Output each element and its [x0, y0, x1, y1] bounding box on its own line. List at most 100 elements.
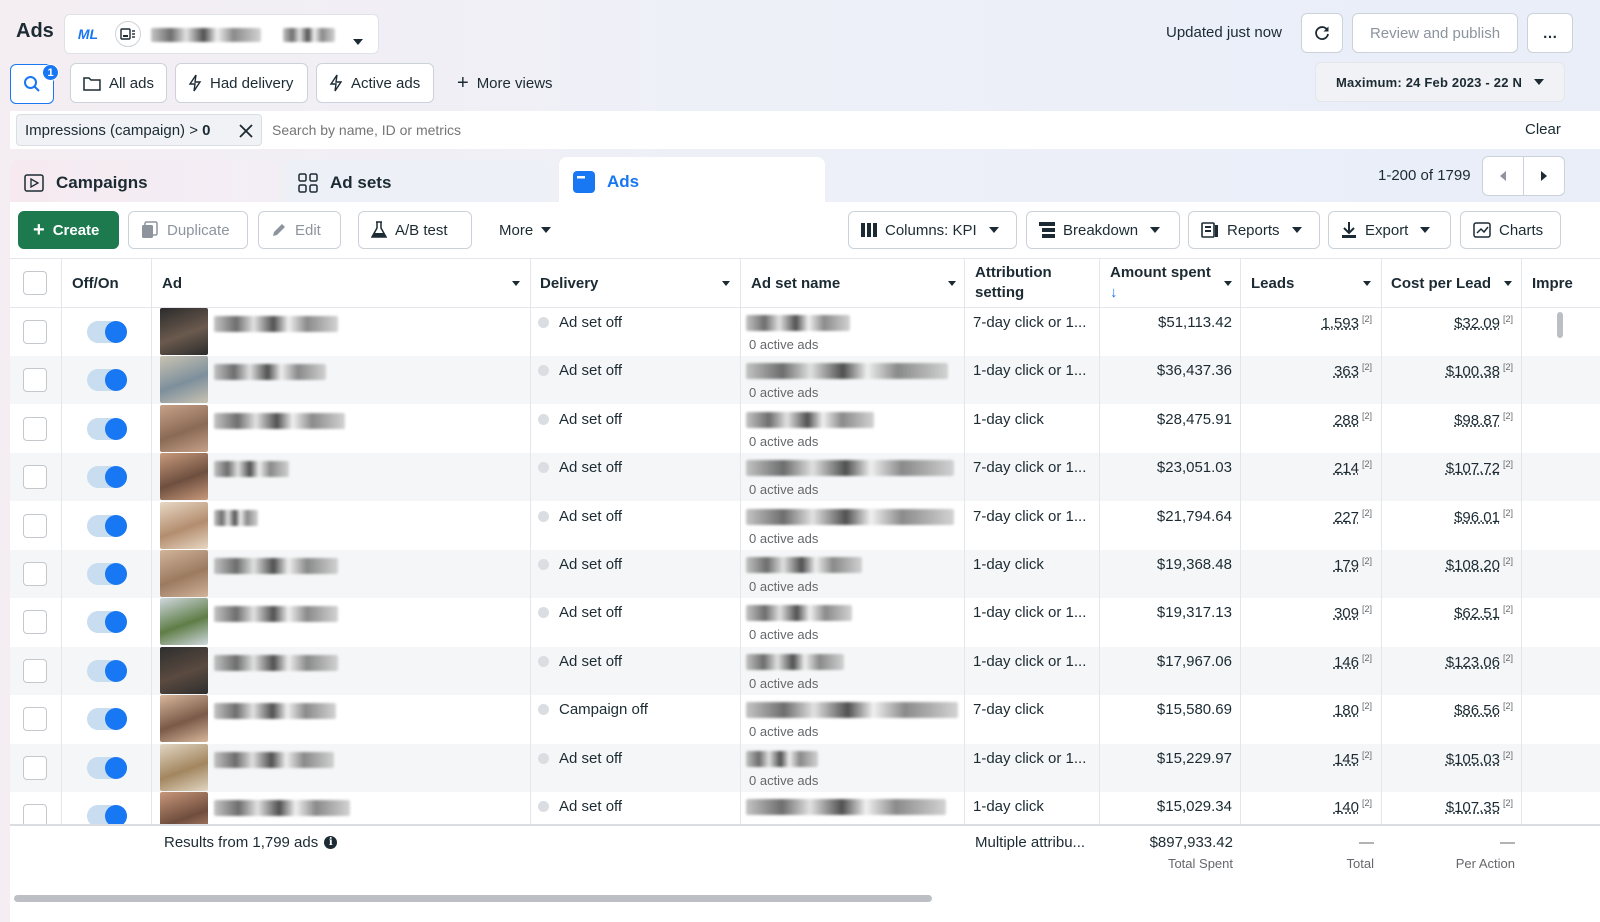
export-button[interactable]: Export — [1328, 211, 1451, 249]
ad-thumbnail[interactable] — [160, 695, 208, 742]
account-selector[interactable]: ML — [64, 14, 379, 54]
leads-value[interactable]: 214 [2] — [1241, 459, 1372, 477]
ad-thumbnail[interactable] — [160, 308, 208, 355]
col-ad[interactable]: Ad — [162, 258, 522, 308]
leads-value[interactable]: 140 [2] — [1241, 798, 1372, 816]
ad-name-redacted[interactable] — [214, 558, 338, 574]
cost-per-lead-value[interactable]: $100.38 [2] — [1382, 362, 1513, 380]
ad-set-name-redacted[interactable] — [746, 509, 954, 525]
cost-per-lead-value[interactable]: $32.09 [2] — [1382, 314, 1513, 332]
view-all-ads[interactable]: All ads — [70, 63, 167, 103]
filter-chip[interactable]: Impressions (campaign) > 0 — [16, 114, 262, 146]
table-row[interactable]: Campaign off 0 active ads 7-day click $15,5… — [10, 695, 1600, 743]
cost-per-lead-value[interactable]: $62.51 [2] — [1382, 604, 1513, 622]
ad-name-redacted[interactable] — [214, 800, 350, 816]
review-publish-button[interactable]: Review and publish — [1352, 13, 1518, 53]
row-toggle[interactable] — [87, 708, 127, 730]
table-row[interactable]: Ad set off 1-day click $15,029.34 140 [2] $10… — [10, 792, 1600, 824]
cost-per-lead-value[interactable]: $107.72 [2] — [1382, 459, 1513, 477]
ad-thumbnail[interactable] — [160, 356, 208, 403]
col-ad-set-name[interactable]: Ad set name — [751, 258, 956, 308]
row-toggle[interactable] — [87, 369, 127, 391]
ad-thumbnail[interactable] — [160, 792, 208, 824]
ad-thumbnail[interactable] — [160, 647, 208, 694]
ad-name-redacted[interactable] — [214, 752, 334, 768]
row-toggle[interactable] — [87, 515, 127, 537]
columns-button[interactable]: Columns: KPI — [848, 211, 1017, 249]
ad-thumbnail[interactable] — [160, 405, 208, 452]
leads-value[interactable]: 146 [2] — [1241, 653, 1372, 671]
row-toggle[interactable] — [87, 418, 127, 440]
ad-name-redacted[interactable] — [214, 461, 289, 477]
leads-value[interactable]: 227 [2] — [1241, 508, 1372, 526]
cost-per-lead-value[interactable]: $86.56 [2] — [1382, 701, 1513, 719]
close-icon[interactable] — [239, 124, 253, 138]
table-row[interactable]: Ad set off 0 active ads 1-day click $19,368… — [10, 550, 1600, 598]
row-toggle[interactable] — [87, 757, 127, 779]
ad-name-redacted[interactable] — [214, 316, 338, 332]
col-off-on[interactable]: Off/On — [72, 258, 119, 308]
vertical-scrollbar[interactable] — [1557, 312, 1563, 338]
col-attribution[interactable]: Attribution setting — [975, 258, 1052, 308]
charts-button[interactable]: Charts — [1460, 211, 1561, 249]
cost-per-lead-value[interactable]: $123.06 [2] — [1382, 653, 1513, 671]
ad-set-name-redacted[interactable] — [746, 702, 958, 718]
row-checkbox[interactable] — [23, 417, 47, 441]
select-all-checkbox[interactable] — [23, 271, 47, 295]
cost-per-lead-value[interactable]: $107.35 [2] — [1382, 798, 1513, 816]
ad-set-name-redacted[interactable] — [746, 605, 852, 621]
row-toggle[interactable] — [87, 805, 127, 824]
breakdown-button[interactable]: Breakdown — [1026, 211, 1180, 249]
ab-test-button[interactable]: A/B test — [358, 211, 472, 249]
create-button[interactable]: + Create — [18, 211, 119, 249]
table-row[interactable]: Ad set off 0 active ads 1-day click or 1..… — [10, 598, 1600, 646]
col-leads[interactable]: Leads — [1251, 258, 1371, 308]
date-range-picker[interactable]: Maximum: 24 Feb 2023 - 22 N — [1315, 62, 1565, 102]
row-checkbox[interactable] — [23, 320, 47, 344]
ad-name-redacted[interactable] — [214, 655, 338, 671]
ad-set-name-redacted[interactable] — [746, 799, 946, 815]
row-toggle[interactable] — [87, 563, 127, 585]
ad-set-name-redacted[interactable] — [746, 751, 818, 767]
row-toggle[interactable] — [87, 660, 127, 682]
table-row[interactable]: Ad set off 0 active ads 1-day click or 1..… — [10, 356, 1600, 404]
ad-name-redacted[interactable] — [214, 510, 258, 526]
ad-thumbnail[interactable] — [160, 598, 208, 645]
row-checkbox[interactable] — [23, 610, 47, 634]
row-checkbox[interactable] — [23, 659, 47, 683]
table-row[interactable]: Ad set off 0 active ads 7-day click or 1..… — [10, 502, 1600, 550]
ad-thumbnail[interactable] — [160, 744, 208, 791]
horizontal-scrollbar[interactable] — [14, 895, 932, 902]
cost-per-lead-value[interactable]: $105.03 [2] — [1382, 750, 1513, 768]
ad-set-name-redacted[interactable] — [746, 557, 862, 573]
next-page-button[interactable] — [1523, 156, 1565, 196]
view-had-delivery[interactable]: Had delivery — [175, 63, 308, 103]
row-checkbox[interactable] — [23, 804, 47, 824]
search-toggle-button[interactable]: 1 — [10, 64, 59, 104]
leads-value[interactable]: 180 [2] — [1241, 701, 1372, 719]
ad-thumbnail[interactable] — [160, 453, 208, 500]
row-checkbox[interactable] — [23, 368, 47, 392]
col-cost-per-lead[interactable]: Cost per Lead — [1391, 258, 1512, 308]
ad-name-redacted[interactable] — [214, 703, 336, 719]
row-checkbox[interactable] — [23, 562, 47, 586]
cost-per-lead-value[interactable]: $98.87 [2] — [1382, 411, 1513, 429]
info-icon[interactable]: i — [324, 836, 338, 849]
tab-ad-sets[interactable]: Ad sets — [284, 160, 550, 206]
ad-set-name-redacted[interactable] — [746, 363, 948, 379]
search-input[interactable] — [272, 115, 1472, 145]
ad-thumbnail[interactable] — [160, 502, 208, 549]
ad-thumbnail[interactable] — [160, 550, 208, 597]
more-options-button[interactable]: … — [1527, 13, 1573, 53]
table-row[interactable]: Ad set off 0 active ads 7-day click or 1..… — [10, 453, 1600, 501]
table-row[interactable]: Ad set off 0 active ads 1-day click $28,475… — [10, 405, 1600, 453]
ad-name-redacted[interactable] — [214, 413, 345, 429]
ad-set-name-redacted[interactable] — [746, 654, 844, 670]
leads-value[interactable]: 309 [2] — [1241, 604, 1372, 622]
row-checkbox[interactable] — [23, 465, 47, 489]
table-row[interactable]: Ad set off 0 active ads 1-day click or 1..… — [10, 744, 1600, 792]
clear-filters-button[interactable]: Clear — [1525, 121, 1561, 138]
duplicate-button[interactable]: Duplicate — [128, 211, 248, 249]
table-row[interactable]: Ad set off 0 active ads 7-day click or 1..… — [10, 308, 1600, 356]
refresh-button[interactable] — [1301, 13, 1343, 53]
